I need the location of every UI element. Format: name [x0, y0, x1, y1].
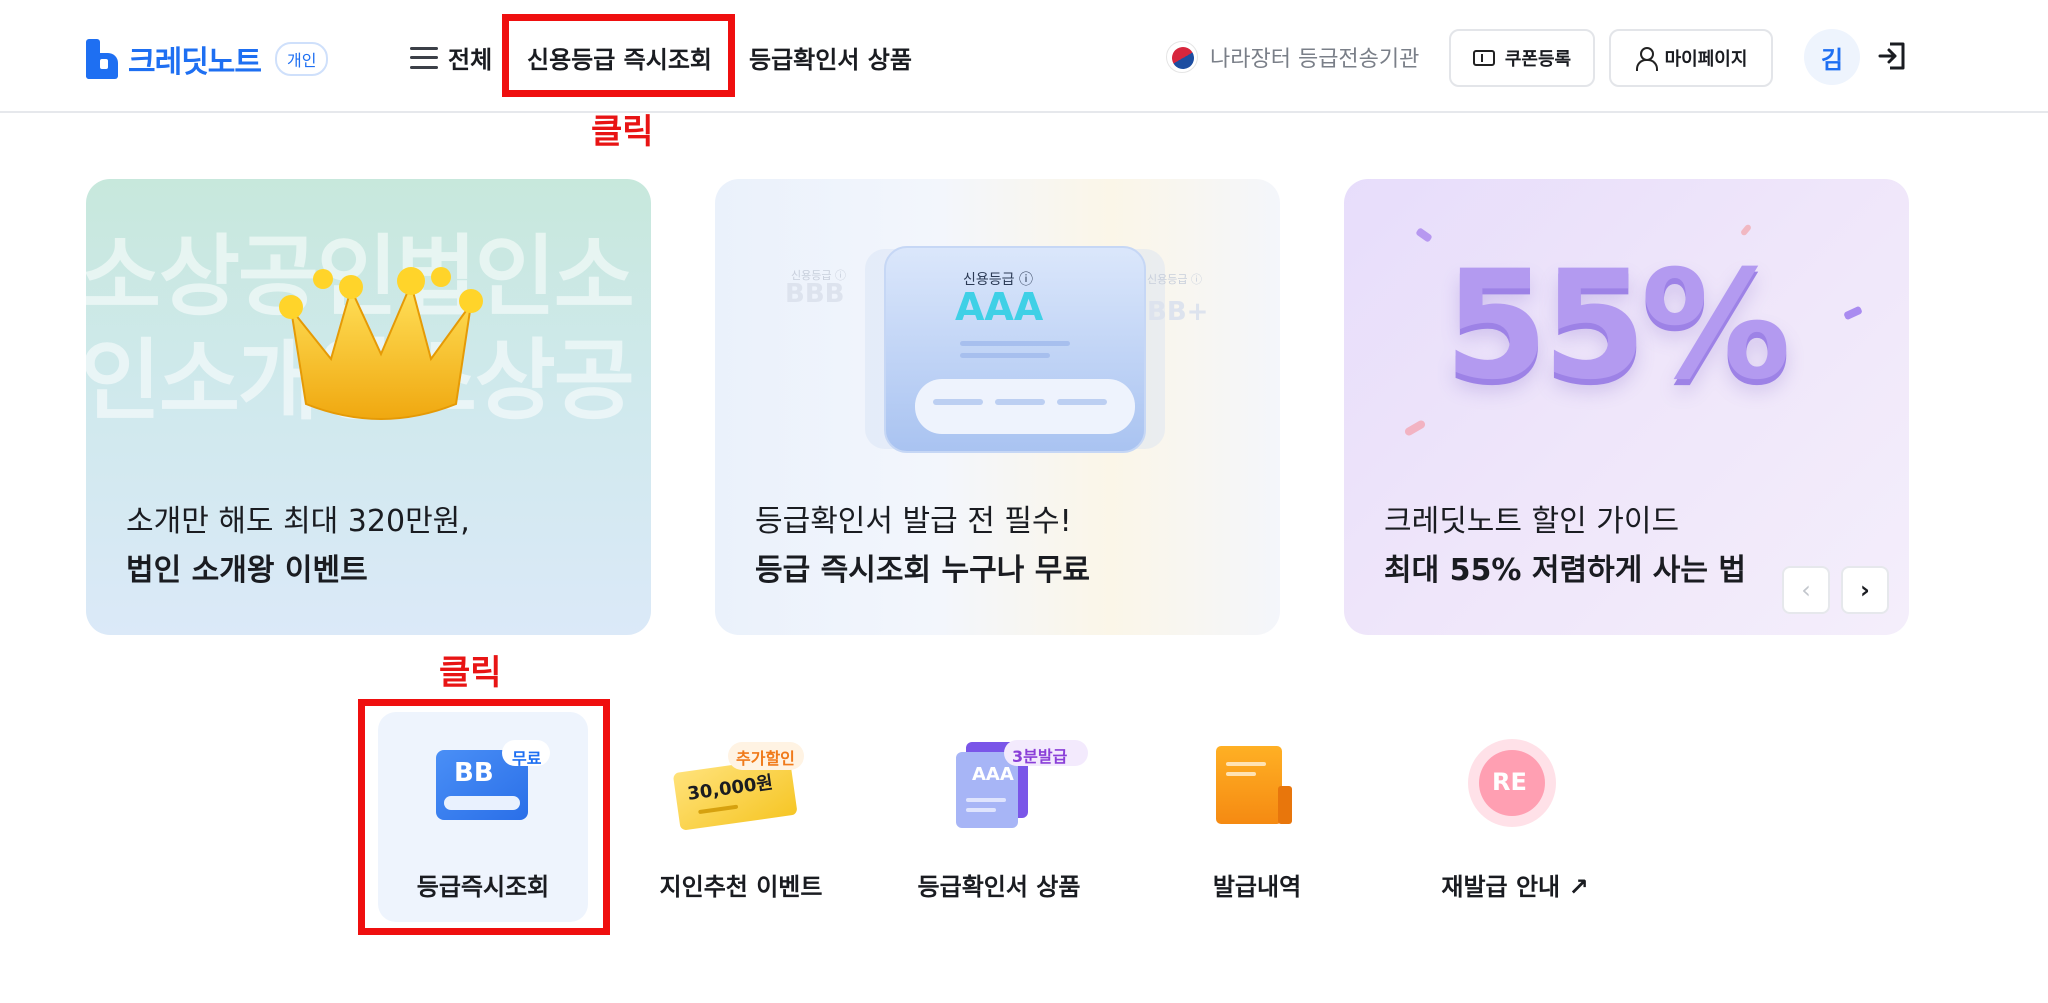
- mypage-label: 마이페이지: [1664, 49, 1748, 70]
- coupon-button[interactable]: 쿠폰등록: [1449, 29, 1595, 87]
- nav-all-label: 전체: [448, 46, 493, 74]
- banner-1-text: 소개만 해도 최대 320만원, 법인 소개왕 이벤트: [126, 504, 470, 588]
- banner-free-rating-check[interactable]: 신용등급 ⓘ AAA 신용등급 ⓘ BBB 신용등급 ⓘ BB+ 등급확인서 발…: [715, 179, 1280, 635]
- click-highlight-box-bottom: [358, 699, 610, 935]
- banner-prev-button[interactable]: ‹: [1782, 566, 1830, 614]
- quick-reissue-guide[interactable]: RE 재발급 안내 ↗: [1410, 712, 1620, 922]
- quick-issue-history[interactable]: 발급내역: [1152, 712, 1362, 922]
- korea-emblem-icon: [1166, 41, 1198, 73]
- banner-referral-event[interactable]: 소상공인법인소 인소개왕소상공 소개만 해도 최대 320만원, 법인 소개왕 …: [86, 179, 651, 635]
- nav-all-menu[interactable]: 전체: [410, 40, 492, 75]
- hamburger-icon: [410, 46, 438, 69]
- nav-certificate-products[interactable]: 등급확인서 상품: [749, 40, 912, 75]
- document-icon: [1216, 746, 1292, 824]
- banner-2-text: 등급확인서 발급 전 필수! 등급 즉시조회 누구나 무료: [755, 504, 1090, 588]
- user-icon: [1635, 47, 1658, 71]
- quick-certificate-products[interactable]: AAA 3분발급 등급확인서 상품: [894, 712, 1104, 922]
- card-grade: AAA: [955, 285, 1044, 329]
- mypage-button[interactable]: 마이페이지: [1609, 29, 1773, 87]
- ghost-card-right-label: 신용등급 ⓘ: [1147, 273, 1202, 286]
- click-annotation-top: 클릭: [591, 112, 654, 152]
- ticket-icon: [1472, 50, 1495, 66]
- quick-label: 발급내역: [1212, 873, 1302, 901]
- logo-text: 크레딧노트: [128, 45, 262, 80]
- quick-label: 등급확인서 상품: [917, 873, 1081, 901]
- account-type-badge: 개인: [275, 42, 329, 76]
- aaa-doc-text: AAA: [972, 764, 1014, 785]
- click-annotation-bottom: 클릭: [439, 653, 502, 693]
- agency-link[interactable]: 나라장터 등급전송기관: [1166, 41, 1419, 73]
- coupon-label: 쿠폰등록: [1504, 49, 1572, 70]
- quick-referral-event[interactable]: 30,000원 추가할인 지인추천 이벤트: [636, 712, 846, 922]
- quick-label: 재발급 안내 ↗: [1441, 873, 1589, 901]
- big-55-percent: 55%: [1444, 239, 1791, 413]
- ghost-card-left-grade: BBB: [785, 279, 845, 309]
- banner-next-button[interactable]: ›: [1841, 566, 1889, 614]
- extra-discount-tag: 추가할인: [736, 749, 795, 768]
- re-badge-text: RE: [1492, 768, 1527, 796]
- logo-mark-icon: [86, 39, 118, 79]
- agency-label: 나라장터 등급전송기관: [1210, 47, 1420, 72]
- banner-3-text: 크레딧노트 할인 가이드 최대 55% 저렴하게 사는 법: [1384, 504, 1746, 588]
- crown-icon: [279, 267, 483, 420]
- quick-label: 지인추천 이벤트: [659, 873, 823, 901]
- logout-icon[interactable]: [1876, 40, 1908, 72]
- three-min-tag: 3분발급: [1012, 747, 1068, 766]
- ghost-card-right-grade: BB+: [1147, 297, 1209, 327]
- top-header: 크레딧노트 개인 전체 신용등급 즉시조회 등급확인서 상품 나라장터 등급전송…: [0, 0, 2048, 113]
- logo[interactable]: 크레딧노트 개인: [86, 37, 329, 81]
- click-highlight-box-top: [502, 14, 735, 97]
- avatar[interactable]: 김: [1804, 29, 1860, 85]
